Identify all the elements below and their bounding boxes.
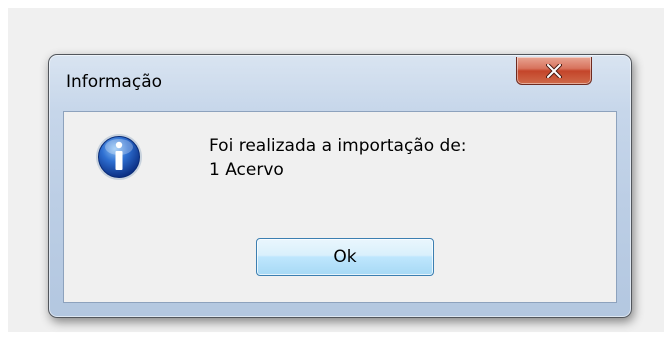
dialog-title: Informação <box>66 72 163 92</box>
info-icon <box>96 134 142 180</box>
ok-button[interactable]: Ok <box>256 238 434 276</box>
message-line: 1 Acervo <box>209 160 284 180</box>
information-dialog: Informação Foi realizada a importação de… <box>48 54 632 318</box>
message-line: Foi realizada a importação de: <box>209 136 467 156</box>
dialog-content: Foi realizada a importação de: 1 Acervo … <box>63 111 617 303</box>
close-icon <box>546 63 562 78</box>
dialog-message: Foi realizada a importação de: 1 Acervo <box>209 134 467 182</box>
close-button[interactable] <box>516 57 592 85</box>
